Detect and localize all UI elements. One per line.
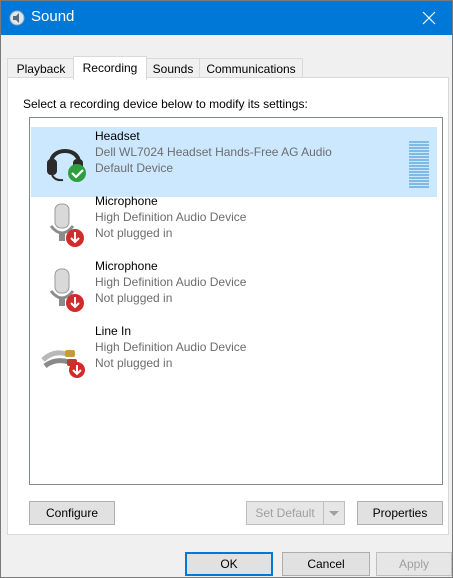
- device-name: Headset: [95, 129, 140, 143]
- sound-dialog: Sound Playback Recording Sounds Communic…: [0, 0, 453, 578]
- close-icon: [422, 11, 436, 25]
- device-list[interactable]: Headset Dell WL7024 Headset Hands-Free A…: [29, 117, 443, 485]
- device-row-headset[interactable]: Headset Dell WL7024 Headset Hands-Free A…: [31, 127, 437, 197]
- microphone-icon: [49, 203, 84, 247]
- device-status: Not plugged in: [95, 356, 173, 370]
- device-status: Not plugged in: [95, 226, 173, 240]
- tab-recording[interactable]: Recording: [73, 56, 147, 80]
- level-meter: [409, 141, 429, 189]
- headset-icon: [47, 149, 86, 182]
- set-default-dropdown[interactable]: [323, 501, 345, 525]
- cancel-button[interactable]: Cancel: [282, 552, 370, 576]
- device-name: Line In: [95, 324, 132, 338]
- tab-playback[interactable]: Playback: [7, 58, 75, 79]
- title-bar[interactable]: Sound: [1, 1, 452, 35]
- device-row-line-in[interactable]: Line In High Definition Audio Device Not…: [31, 322, 437, 392]
- red-down-arrow-icon: [66, 229, 84, 247]
- close-button[interactable]: [406, 1, 452, 35]
- tab-communications[interactable]: Communications: [199, 58, 303, 79]
- device-description: High Definition Audio Device: [95, 340, 247, 354]
- device-status: Not plugged in: [95, 291, 173, 305]
- red-down-arrow-icon: [69, 362, 85, 378]
- configure-button[interactable]: Configure: [29, 501, 115, 525]
- device-name: Microphone: [95, 259, 158, 273]
- instruction-text: Select a recording device below to modif…: [23, 97, 308, 111]
- speaker-icon: [9, 10, 25, 26]
- device-row-microphone-1[interactable]: Microphone High Definition Audio Device …: [31, 192, 437, 262]
- tab-sounds[interactable]: Sounds: [145, 58, 201, 79]
- line-in-cable-icon: [41, 350, 85, 378]
- device-description: Dell WL7024 Headset Hands-Free AG Audio: [95, 145, 332, 159]
- chevron-down-icon: [329, 511, 339, 516]
- apply-button[interactable]: Apply: [376, 552, 452, 576]
- green-check-icon: [68, 164, 86, 182]
- device-name: Microphone: [95, 194, 158, 208]
- set-default-button[interactable]: Set Default: [246, 501, 324, 525]
- window-title: Sound: [31, 8, 75, 25]
- device-description: High Definition Audio Device: [95, 210, 247, 224]
- device-status: Default Device: [95, 161, 174, 175]
- microphone-icon: [49, 268, 84, 312]
- red-down-arrow-icon: [66, 294, 84, 312]
- properties-button[interactable]: Properties: [357, 501, 443, 525]
- device-row-microphone-2[interactable]: Microphone High Definition Audio Device …: [31, 257, 437, 327]
- device-description: High Definition Audio Device: [95, 275, 247, 289]
- ok-button[interactable]: OK: [185, 552, 273, 576]
